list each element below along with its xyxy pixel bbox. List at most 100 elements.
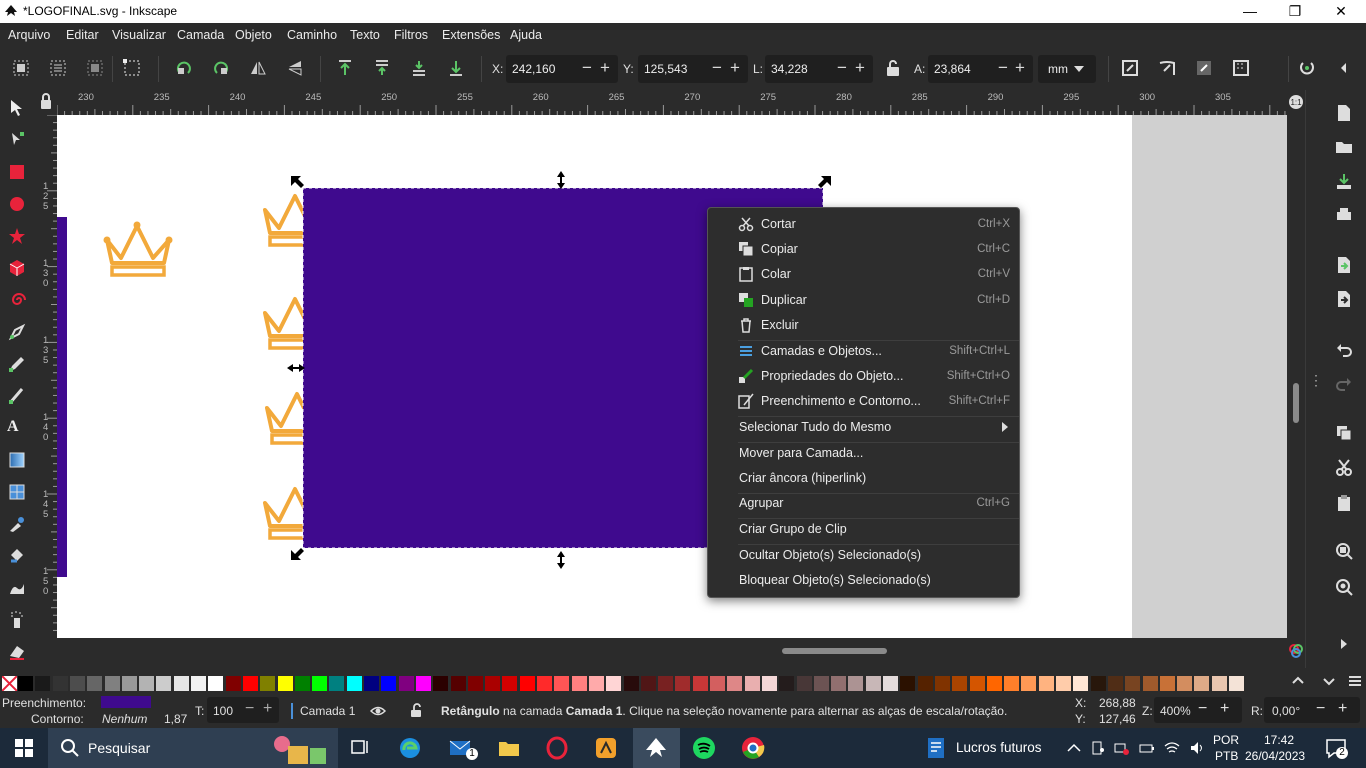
spiral-tool-icon[interactable] [7,290,27,310]
new-document-icon[interactable] [1335,104,1353,122]
menu-item-propriedades[interactable]: Propriedades do Objeto... Shift+Ctrl+O [708,364,1019,389]
x-increment-button[interactable]: + [600,58,610,78]
open-folder-icon[interactable] [1335,138,1353,156]
opacity-decrement-button[interactable]: − [245,700,254,718]
print-icon[interactable] [1335,206,1353,224]
deselect-icon[interactable] [85,58,105,78]
color-swatch[interactable] [433,676,449,691]
redo-icon[interactable] [1335,374,1353,392]
no-paint-swatch[interactable] [2,676,17,691]
color-swatch[interactable] [1004,676,1020,691]
handle-bottom[interactable] [557,551,565,569]
menu-item-bloquear[interactable]: Bloquear Objeto(s) Selecionado(s) [708,568,1019,593]
ellipse-tool-icon[interactable] [7,194,27,214]
paint-bucket-tool-icon[interactable] [7,546,27,566]
color-swatch[interactable] [502,676,518,691]
zoom-drawing-icon[interactable] [1335,578,1353,596]
unlock-icon[interactable] [408,702,424,718]
horizontal-scrollbar[interactable] [57,638,1287,664]
calligraphy-tool-icon[interactable] [7,386,27,406]
handle-left[interactable] [287,364,305,372]
flip-horizontal-icon[interactable] [248,58,268,78]
canvas[interactable] [57,115,1287,638]
battery-icon[interactable] [1139,740,1155,756]
menu-editar[interactable]: Editar [66,28,99,42]
color-swatch[interactable] [727,676,743,691]
opacity-increment-button[interactable]: + [263,700,272,718]
flip-vertical-icon[interactable] [285,58,305,78]
raise-to-top-icon[interactable] [335,58,355,78]
color-swatch[interactable] [623,676,639,691]
news-widget-icon[interactable] [925,736,949,760]
color-swatch[interactable] [208,676,224,691]
height-value[interactable]: 23,864 [934,62,971,76]
y-increment-button[interactable]: + [730,58,740,78]
menu-item-excluir[interactable]: Excluir [708,313,1019,338]
color-swatch[interactable] [761,676,777,691]
color-swatch[interactable] [18,676,33,691]
stroke-value[interactable]: Nenhum [102,712,147,726]
color-swatch[interactable] [571,676,587,691]
lock-guides-icon[interactable] [34,90,57,115]
gradient-tool-icon[interactable] [7,450,27,470]
color-swatch[interactable] [865,676,881,691]
export-icon[interactable] [1335,290,1353,308]
volume-icon[interactable] [1189,740,1205,756]
mesh-tool-icon[interactable] [7,482,27,502]
color-swatch[interactable] [640,676,656,691]
color-swatch[interactable] [831,676,847,691]
spotify-icon[interactable] [692,736,716,760]
color-swatch[interactable] [969,676,985,691]
color-swatch[interactable] [675,676,691,691]
y-decrement-button[interactable]: − [712,58,722,78]
menu-filtros[interactable]: Filtros [394,28,428,42]
color-swatch[interactable] [710,676,725,691]
color-swatch[interactable] [346,676,362,691]
color-swatch[interactable] [52,676,68,691]
raise-icon[interactable] [372,58,392,78]
chevron-up-icon[interactable] [1066,740,1082,756]
scrollbar-thumb[interactable] [782,648,887,654]
height-decrement-button[interactable]: − [998,58,1008,78]
color-swatch[interactable] [1177,676,1193,691]
color-swatch[interactable] [69,676,85,691]
purple-side-bar[interactable] [57,217,67,577]
menu-item-duplicar[interactable]: Duplicar Ctrl+D [708,288,1019,313]
height-increment-button[interactable]: + [1015,58,1025,78]
selector-tool-icon[interactable] [7,98,27,118]
color-swatch[interactable] [986,676,1002,691]
menu-caminho[interactable]: Caminho [287,28,337,42]
snap-toggle-icon[interactable] [1297,58,1317,78]
color-swatch[interactable] [900,676,916,691]
clock-date[interactable]: 26/04/2023 [1245,749,1305,763]
lower-to-bottom-icon[interactable] [446,58,466,78]
rectangle-tool-icon[interactable] [7,162,27,182]
windows-start-icon[interactable] [12,736,36,760]
menu-objeto[interactable]: Objeto [235,28,272,42]
color-swatch[interactable] [191,676,206,691]
undo-icon[interactable] [1335,340,1353,358]
color-swatch[interactable] [277,676,293,691]
color-swatch[interactable] [139,676,155,691]
color-swatch[interactable] [796,676,812,691]
menu-extensoes[interactable]: Extensões [442,28,500,42]
color-swatch[interactable] [1159,676,1175,691]
menu-visualizar[interactable]: Visualizar [112,28,166,42]
horizontal-ruler[interactable]: 230 235 240 245 250 255 260 265 270 275 280 285 290 2… [57,90,1287,115]
color-swatch[interactable] [1229,676,1244,691]
touch-select-icon[interactable] [122,58,142,78]
color-swatch[interactable] [883,676,898,691]
color-swatch[interactable] [779,676,795,691]
color-swatch[interactable] [848,676,864,691]
chevron-left-icon[interactable] [1334,58,1354,78]
stroke-width-value[interactable]: 1,87 [164,712,187,726]
edge-browser-icon[interactable] [398,736,422,760]
taskbar-search[interactable]: Pesquisar [48,728,338,768]
color-swatch[interactable] [104,676,120,691]
rotation-value[interactable]: 0,00° [1272,704,1300,718]
rotation-field[interactable]: 0,00° − + [1264,697,1360,723]
x-field[interactable]: 242,160 − + [506,55,618,83]
y-field[interactable]: 125,543 − + [638,55,748,83]
color-swatch[interactable] [364,676,379,691]
handle-top-left[interactable] [291,176,304,188]
